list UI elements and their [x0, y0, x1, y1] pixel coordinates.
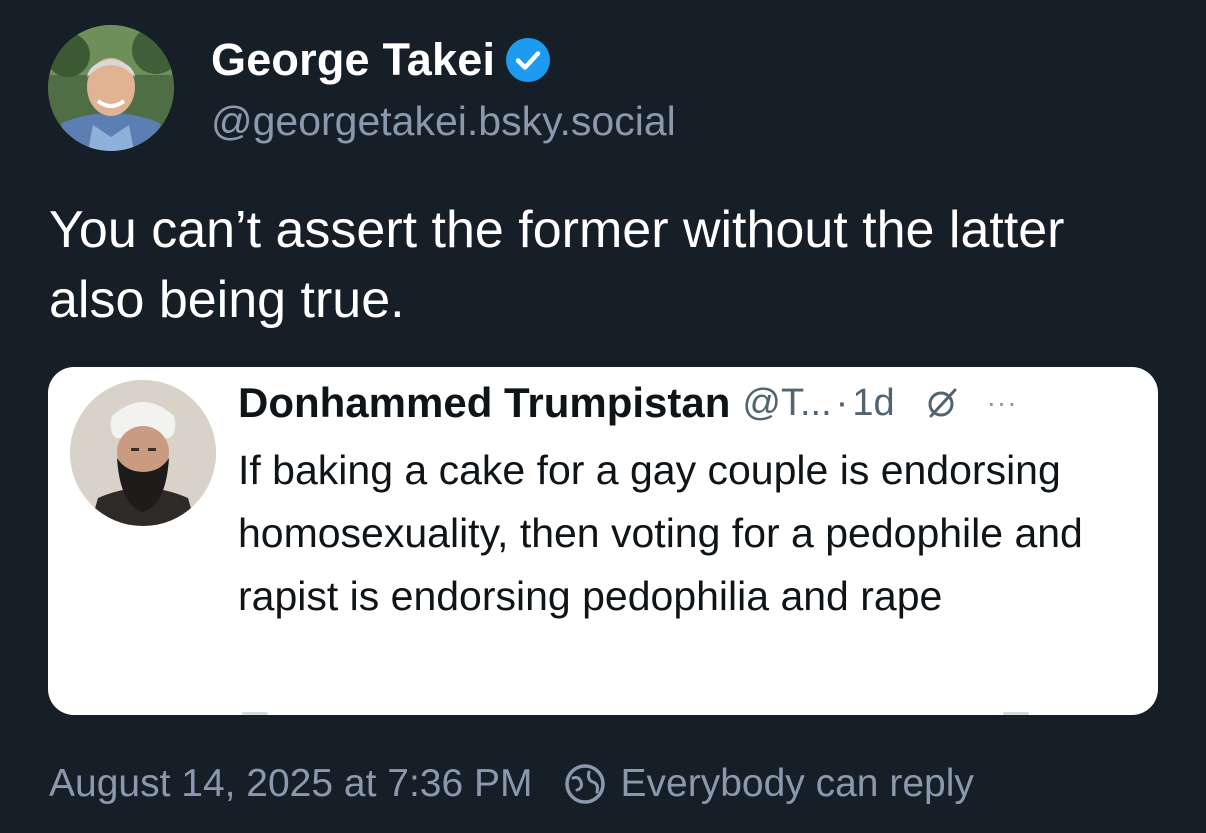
quote-timestamp[interactable]: 1d: [852, 382, 894, 425]
reply-setting[interactable]: Everybody can reply: [621, 762, 974, 806]
quote-author-avatar-image: [70, 380, 216, 526]
author-name[interactable]: George Takei: [211, 34, 495, 86]
quote-author-name[interactable]: Donhammed Trumpistan: [238, 379, 730, 427]
post-footer: August 14, 2025 at 7:36 PM Everybody can…: [49, 762, 974, 806]
quote-author-handle[interactable]: @T...: [742, 382, 831, 425]
quote-text: If baking a cake for a gay couple is end…: [238, 447, 1083, 619]
grok-icon[interactable]: [925, 386, 959, 420]
author-handle[interactable]: @georgetakei.bsky.social: [211, 98, 676, 145]
post-timestamp[interactable]: August 14, 2025 at 7:36 PM: [49, 762, 533, 806]
author-avatar-image: [48, 25, 174, 151]
author-name-row: George Takei: [211, 32, 551, 88]
quote-divider: [1003, 712, 1029, 715]
author-avatar[interactable]: [48, 25, 174, 151]
quote-divider: [242, 712, 268, 715]
verified-check-icon: [505, 37, 551, 83]
quoted-post-card[interactable]: Donhammed Trumpistan @T... · 1d ··· If b…: [48, 367, 1158, 715]
globe-reply-icon: [563, 762, 607, 806]
quote-separator: ·: [835, 381, 849, 424]
quote-author-avatar[interactable]: [70, 380, 216, 526]
quote-header: Donhammed Trumpistan @T... · 1d ···: [238, 375, 1018, 431]
more-dots-icon[interactable]: ···: [987, 387, 1018, 419]
post-text: You can’t assert the former without the …: [49, 201, 1065, 329]
